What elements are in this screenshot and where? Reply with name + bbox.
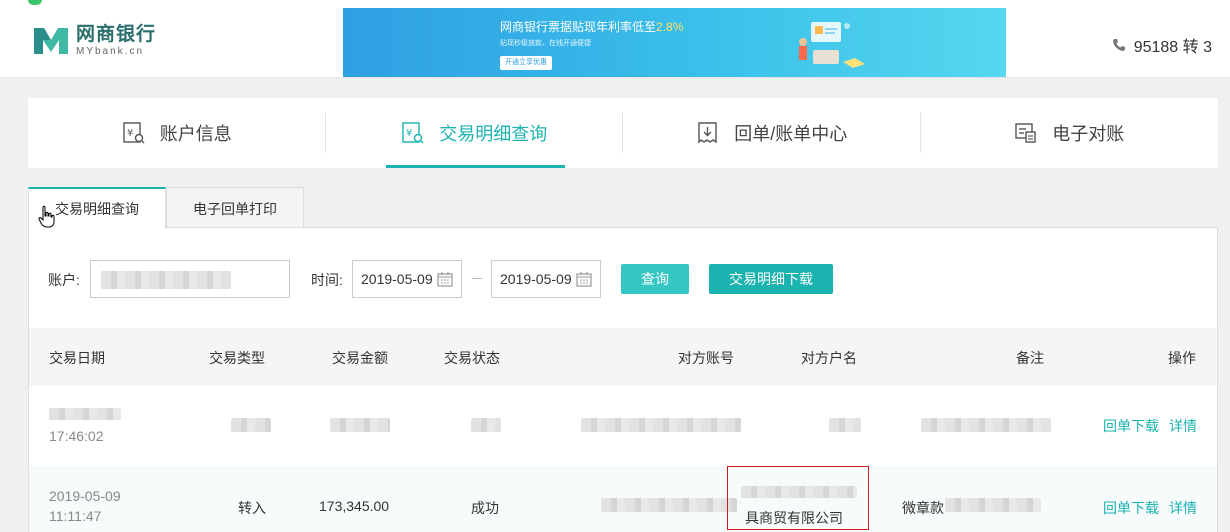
remark-redacted [921,418,1051,432]
account-value-redacted [101,271,231,289]
date-to-value: 2019-05-09 [500,271,572,287]
table-header: 交易日期 交易类型 交易金额 交易状态 对方账号 对方户名 备注 操作 [29,328,1217,386]
row-time: 11:11:47 [49,508,102,524]
top-header: 网商银行 MYbank.cn 网商银行票据贴现年利率低至2.8% 贴现秒级放款、… [0,0,1230,78]
row-counter-name: 具商贸有限公司 [745,510,843,526]
account-info-icon: ¥ [122,121,146,145]
svg-text:¥: ¥ [127,128,133,139]
phone-icon [1112,39,1125,51]
account-redacted [601,498,737,512]
calendar-icon[interactable] [437,271,453,287]
logo-mark-icon [32,24,70,58]
name-partial-redacted [741,486,857,498]
main-tab-nav: ¥ 账户信息 ¥ 交易明细查询 回单/账单中心 电子对账 [28,98,1218,168]
col-amount: 交易金额 [332,350,388,366]
receipt-download-link[interactable]: 回单下载 [1103,498,1159,518]
amount-redacted [330,418,390,432]
svg-text:¥: ¥ [406,128,412,139]
tab-receipt-center-label: 回单/账单中心 [734,124,848,144]
receipt-download-link[interactable]: 回单下载 [1103,416,1159,436]
tab-e-reconcile-label: 电子对账 [1052,124,1125,144]
download-details-button[interactable]: 交易明细下载 [709,264,833,294]
mybank-logo[interactable]: 网商银行 MYbank.cn [32,24,156,58]
query-panel: 账户: 时间: 2019-05-09 2019-05-09 查询 交易明细下载 … [28,227,1218,532]
hand-cursor-icon [38,205,55,228]
account-redacted [581,418,741,432]
account-label: 账户: [48,272,80,288]
date-from-input[interactable]: 2019-05-09 [352,260,462,298]
receipt-center-icon [696,121,720,145]
row-amount: 173,345.00 [319,498,390,514]
time-label: 时间: [311,272,343,288]
subtab-receipt-print[interactable]: 电子回单打印 [166,187,304,228]
tab-account-info-label: 账户信息 [159,124,232,144]
status-redacted [471,418,501,432]
name-redacted [829,418,861,432]
remark-redacted [945,498,1041,512]
date-range-dash [472,278,482,279]
tab-transaction-query-label: 交易明细查询 [439,124,548,144]
col-counter-account: 对方账号 [678,350,734,366]
tab-receipt-center[interactable]: 回单/账单中心 [623,98,921,168]
date-to-input[interactable]: 2019-05-09 [491,260,601,298]
type-redacted [231,418,271,432]
top-accent [28,0,42,5]
table-row: 2019-05-09 11:11:47 转入 173,345.00 成功 具商贸… [29,466,1217,532]
calendar-icon[interactable] [576,271,592,287]
row-type: 转入 [238,500,266,516]
banner-illustration-icon [799,22,865,68]
detail-link[interactable]: 详情 [1169,416,1197,436]
col-status: 交易状态 [444,350,500,366]
service-phone: 95188 转 3 [1112,33,1212,57]
banner-title: 网商银行票据贴现年利率低至2.8% [500,18,683,35]
row-time: 17:46:02 [49,428,104,444]
col-remark: 备注 [1016,350,1044,366]
e-reconcile-icon [1014,121,1038,145]
date-from-value: 2019-05-09 [361,271,433,287]
query-button[interactable]: 查询 [621,264,689,294]
banner-subtitle: 贴现秒级放款、在线开通便捷 [500,40,591,47]
promo-banner[interactable]: 网商银行票据贴现年利率低至2.8% 贴现秒级放款、在线开通便捷 开通立享优惠 [343,8,1006,77]
detail-link[interactable]: 详情 [1169,498,1197,518]
row-remark: 微章款 [902,500,944,516]
account-input[interactable] [90,260,290,298]
banner-title-text: 网商银行票据贴现年利率低至 [500,20,657,34]
banner-cta-button[interactable]: 开通立享优惠 [500,56,552,70]
row-date: 2019-05-09 [49,488,121,504]
transaction-query-icon: ¥ [401,121,425,145]
col-type: 交易类型 [209,350,265,366]
phone-number: 95188 转 3 [1133,39,1212,56]
col-counter-name: 对方户名 [801,350,857,366]
tab-account-info[interactable]: ¥ 账户信息 [28,98,326,168]
tab-transaction-query[interactable]: ¥ 交易明细查询 [326,98,623,168]
sub-tab-bar: 交易明细查询 电子回单打印 [28,187,304,229]
tab-e-reconcile[interactable]: 电子对账 [921,98,1219,168]
logo-name-en: MYbank.cn [76,46,145,57]
date-redacted [49,408,121,420]
banner-rate: 2.8% [656,20,684,34]
col-actions: 操作 [1168,350,1196,366]
col-date: 交易日期 [49,350,105,366]
logo-name-cn: 网商银行 [76,24,157,45]
row-status: 成功 [471,500,499,516]
table-row: 17:46:02 回单下载 详情 [29,386,1217,466]
